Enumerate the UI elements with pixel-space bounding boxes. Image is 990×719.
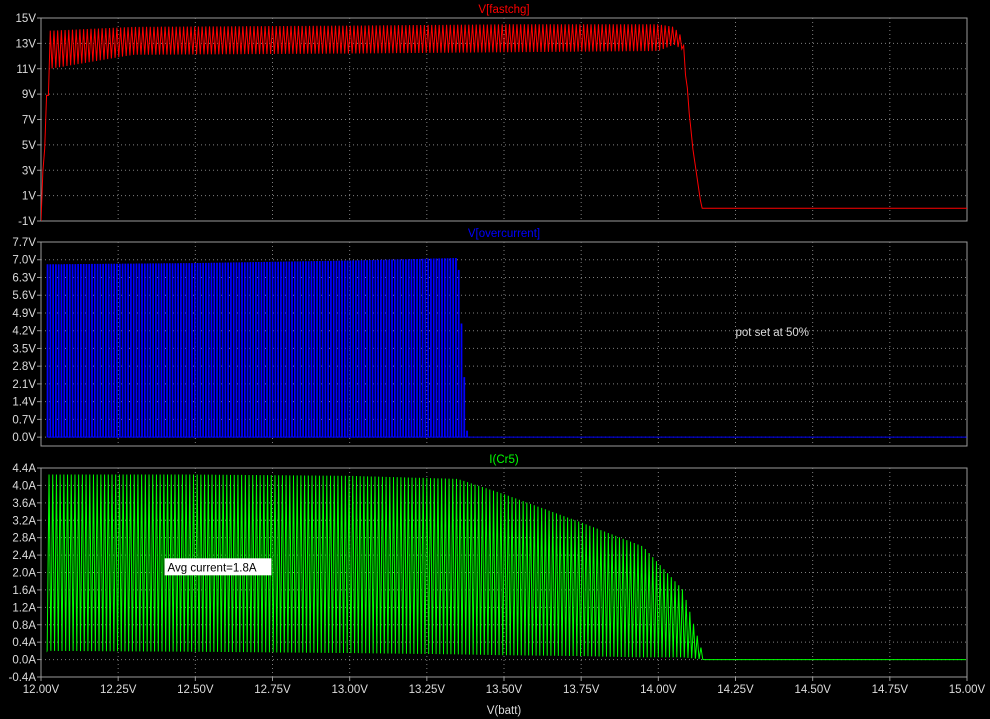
x-tick-label: 14.75V: [872, 684, 909, 696]
y-tick-label: 0.8A: [12, 620, 36, 632]
y-tick-label: 4.4A: [12, 463, 36, 475]
x-tick-label: 12.75V: [254, 684, 291, 696]
y-tick-label: 2.1V: [12, 379, 36, 391]
y-tick-label: 11V: [16, 64, 36, 76]
x-tick-label: 13.75V: [563, 684, 600, 696]
x-tick-label: 14.00V: [640, 684, 677, 696]
y-tick-label: 7.0V: [12, 255, 36, 267]
y-tick-label: 0.7V: [12, 414, 36, 426]
y-tick-label: -1V: [18, 216, 36, 228]
y-tick-label: 7V: [22, 115, 36, 127]
y-tick-label: 6.3V: [12, 272, 36, 284]
y-tick-label: 9V: [22, 89, 36, 101]
y-tick-label: 2.4A: [12, 550, 36, 562]
y-tick-label: 15V: [16, 13, 37, 25]
x-axis-label: V(batt): [487, 705, 522, 717]
y-tick-label: 0.0A: [12, 655, 36, 667]
waveform-plot: -1V 1V 3V 5V 7V 9V 11V 13V 15V V[fastchg] 0.0V 0.7V…: [9, 4, 986, 717]
x-tick-label: 15.00V: [949, 684, 986, 696]
y-tick-label: 1.6A: [12, 585, 36, 597]
y-tick-label: 3.2A: [12, 515, 36, 527]
x-axis: 12.00V 12.25V 12.50V 12.75V 13.00V 13.25V 13.5…: [23, 677, 986, 717]
y-tick-label: 3.5V: [12, 343, 36, 355]
y-tick-label: 4.2V: [12, 326, 36, 338]
y-tick-label: 1V: [22, 191, 36, 203]
pane-title: I(Cr5): [489, 454, 519, 466]
x-tick-label: 14.50V: [794, 684, 831, 696]
y-tick-label: 3V: [22, 165, 36, 177]
y-tick-label: 2.8V: [12, 361, 36, 373]
x-tick-label: 13.00V: [331, 684, 368, 696]
pane-frame: [40, 241, 968, 447]
x-tick-label: 12.00V: [23, 684, 60, 696]
pane-title: V[fastchg]: [478, 4, 529, 16]
pane-1: -1V 1V 3V 5V 7V 9V 11V 13V 15V V[fastchg]: [16, 4, 968, 228]
y-tick-label: 1.2A: [12, 602, 36, 614]
x-tick-label: 12.50V: [177, 684, 214, 696]
y-tick-label: 7.7V: [12, 237, 36, 249]
x-tick-label: 13.25V: [409, 684, 446, 696]
y-tick-label: 4.9V: [12, 308, 36, 320]
y-tick-label: 0.0V: [12, 432, 36, 444]
annotation-label: Avg current=1.8A: [168, 562, 257, 574]
y-tick-label: 2.8A: [12, 533, 36, 545]
y-tick-label: 5V: [22, 140, 36, 152]
y-tick-label: 4.0A: [12, 480, 36, 492]
pane-3: -0.4A 0.0A 0.4A 0.8A 1.2A 1.6A 2.0A 2.4A 2.8A 3.2…: [9, 454, 968, 684]
y-tick-label: 1.4V: [12, 397, 36, 409]
y-tick-label: 3.6A: [12, 498, 36, 510]
annotation-label: pot set at 50%: [736, 327, 810, 339]
y-tick-label: 5.6V: [12, 290, 36, 302]
y-tick-label: 0.4A: [12, 637, 36, 649]
series-line: [46, 258, 967, 438]
x-tick-label: 12.25V: [100, 684, 137, 696]
pane-2: 0.0V 0.7V 1.4V 2.1V 2.8V 3.5V 4.2V 4.9V 5.6V 6.3V…: [12, 228, 968, 447]
y-tick-label: -0.4A: [9, 672, 37, 684]
y-tick-label: 2.0A: [12, 568, 36, 580]
x-tick-label: 13.50V: [486, 684, 523, 696]
y-tick-label: 13V: [16, 38, 37, 50]
x-tick-label: 14.25V: [717, 684, 754, 696]
pane-title: V[overcurrent]: [468, 228, 540, 240]
